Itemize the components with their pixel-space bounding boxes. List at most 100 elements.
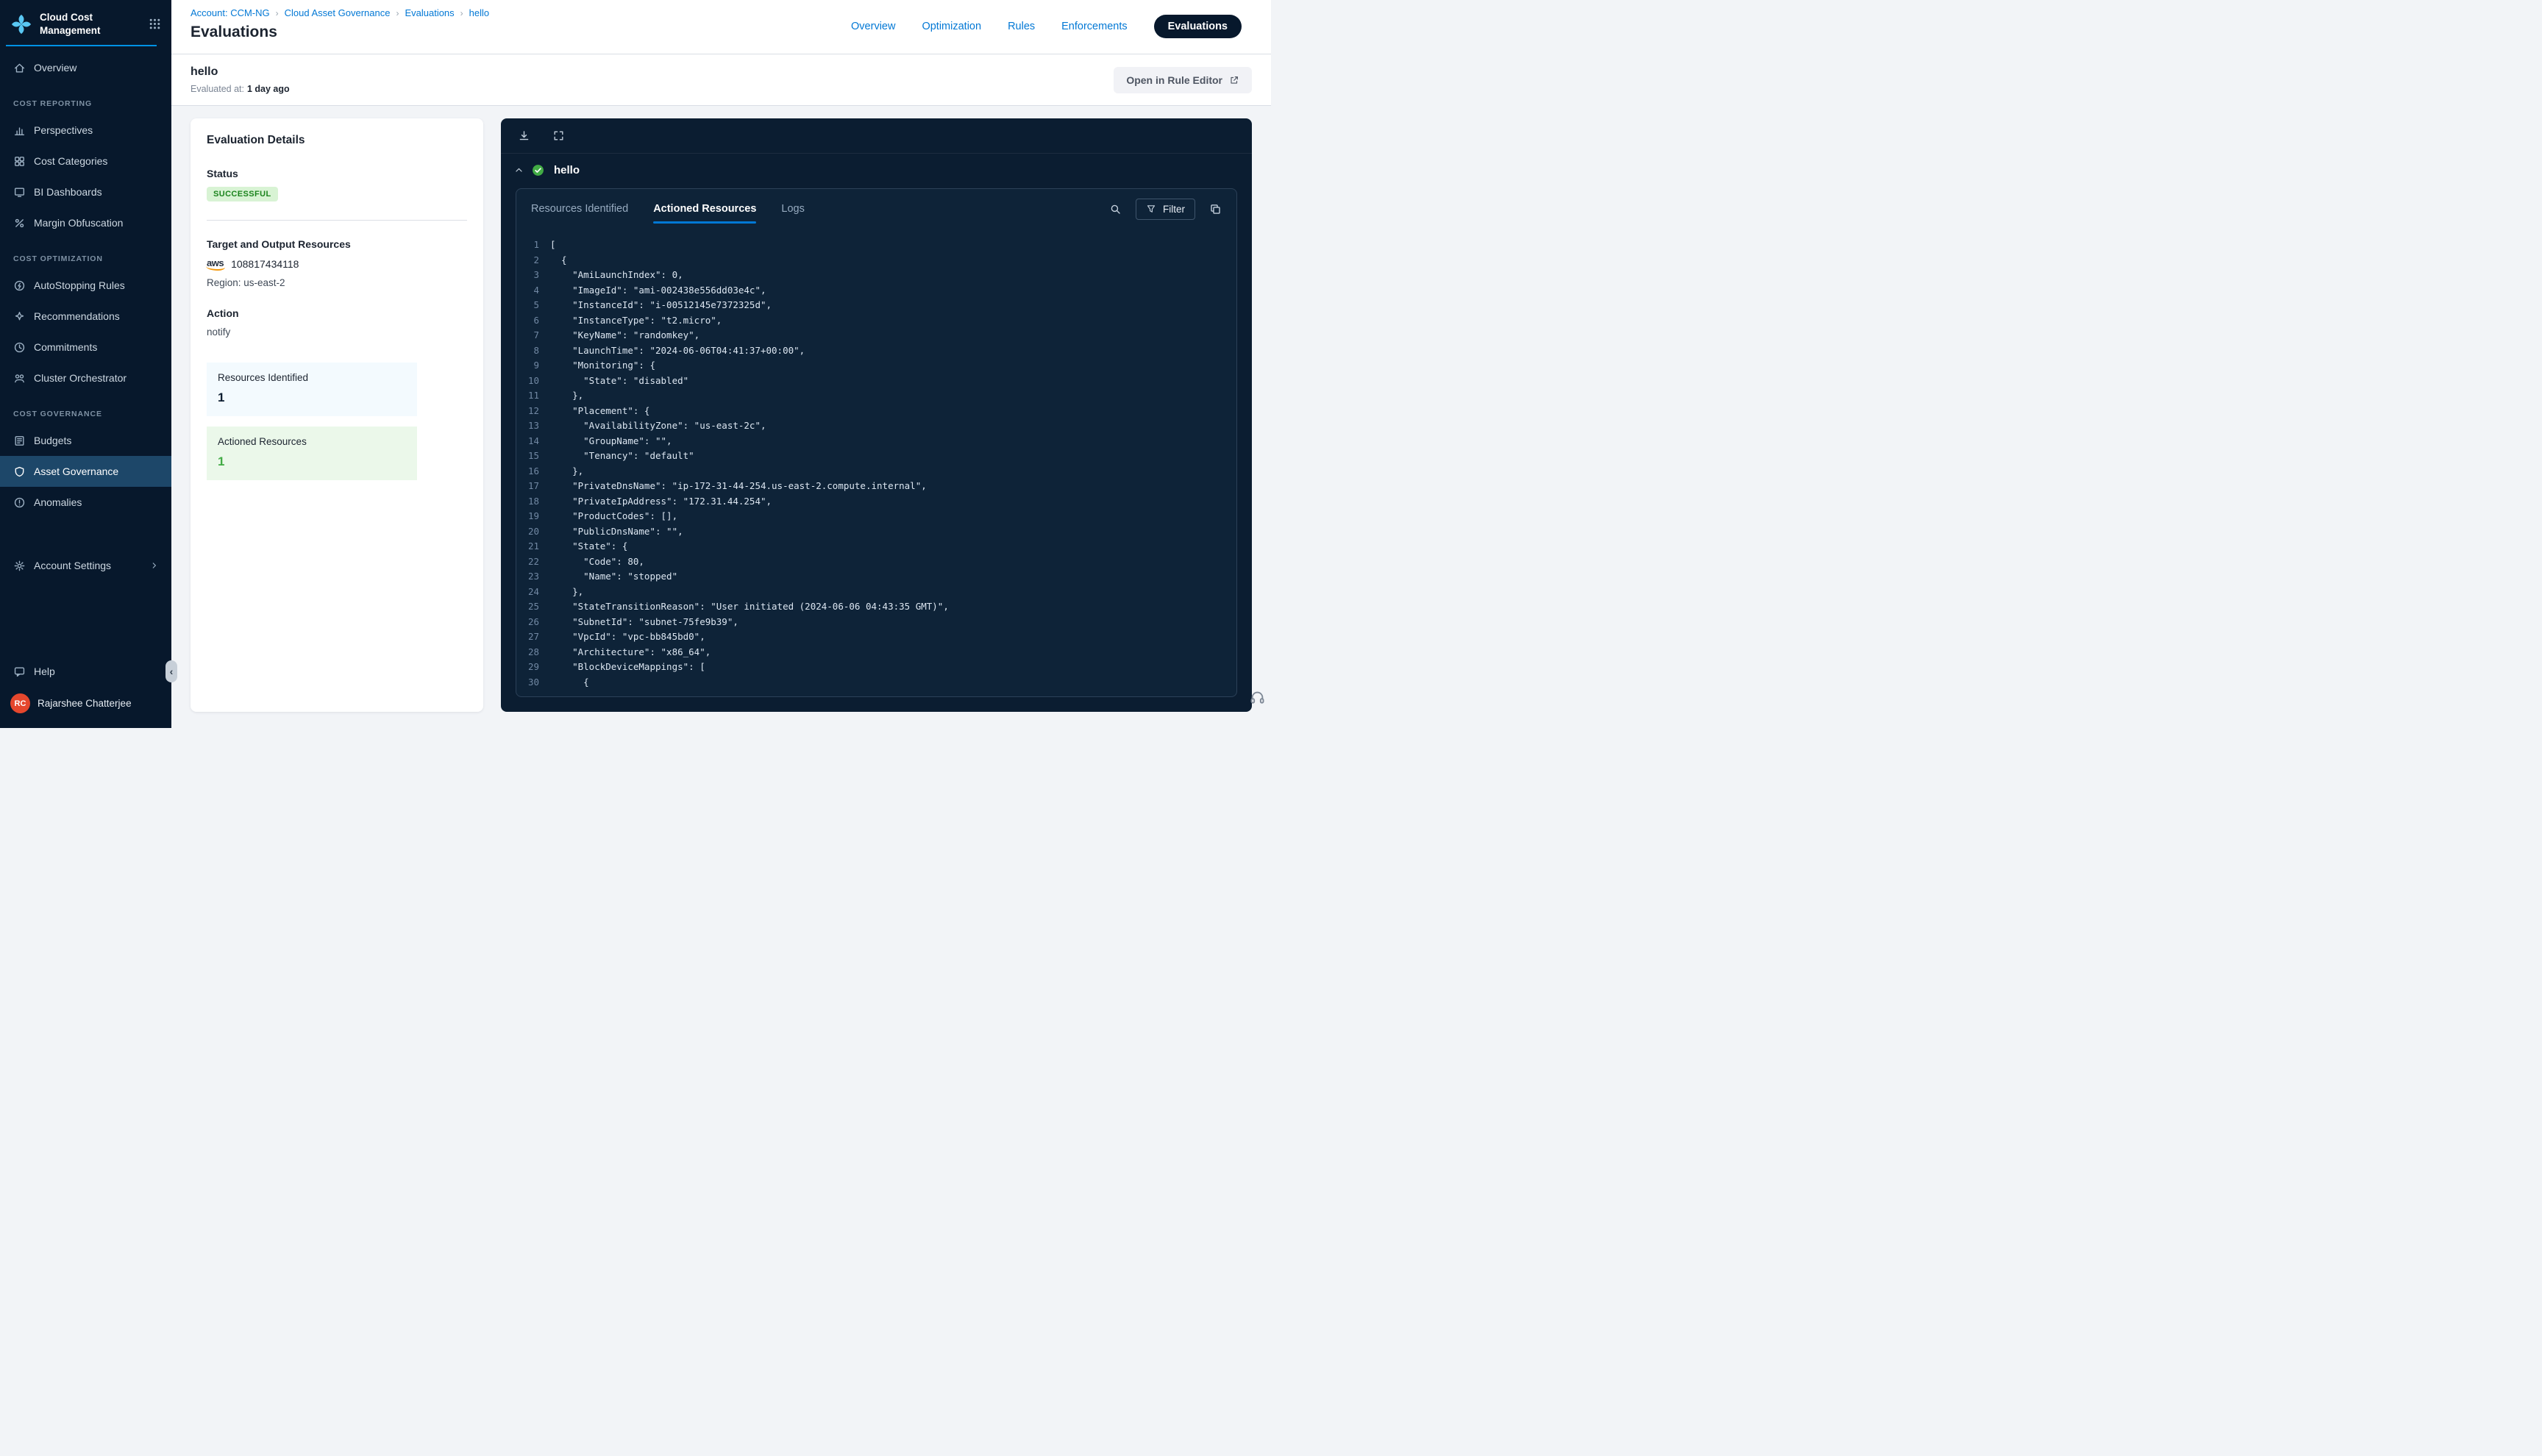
line-content: "GroupName": "",: [550, 434, 672, 449]
code-line: 6 "InstanceType": "t2.micro",: [516, 313, 1236, 329]
stat-label: Actioned Resources: [218, 436, 406, 447]
top-nav-link-enforcements[interactable]: Enforcements: [1061, 21, 1127, 32]
help-button[interactable]: Help: [0, 657, 171, 686]
breadcrumb-separator: ›: [276, 8, 279, 18]
sidebar-item-recommendations[interactable]: Recommendations: [0, 301, 171, 332]
line-content: "StateTransitionReason": "User initiated…: [550, 599, 949, 615]
sidebar-item-account-settings[interactable]: Account Settings: [0, 550, 171, 581]
code-line: 10 "State": "disabled": [516, 374, 1236, 389]
tab-resources-identified[interactable]: Resources Identified: [531, 189, 628, 229]
line-content: "ProductCodes": [],: [550, 509, 677, 524]
stat-value: 1: [218, 390, 406, 405]
line-content: "Architecture": "x86_64",: [550, 645, 711, 660]
collapse-chevron-icon[interactable]: [513, 165, 524, 176]
line-content: "PublicDnsName": "",: [550, 524, 683, 540]
success-check-icon: [532, 164, 544, 176]
line-content: "PrivateDnsName": "ip-172-31-44-254.us-e…: [550, 479, 927, 494]
sidebar-item-label: Account Settings: [34, 560, 111, 571]
sidebar-nav: OverviewCOST REPORTINGPerspectivesCost C…: [0, 46, 171, 518]
sidebar-item-cost-categories[interactable]: Cost Categories: [0, 146, 171, 176]
code-line: 25 "StateTransitionReason": "User initia…: [516, 599, 1236, 615]
target-resources-label: Target and Output Resources: [207, 238, 467, 250]
breadcrumb-item-evaluations[interactable]: Evaluations: [405, 7, 454, 18]
sidebar: Cloud Cost Management OverviewCOST REPOR…: [0, 0, 171, 728]
region-text: Region: us-east-2: [207, 277, 467, 288]
code-line: 4 "ImageId": "ami-002438e556dd03e4c",: [516, 283, 1236, 299]
tab-logs[interactable]: Logs: [781, 189, 804, 229]
module-grid-icon[interactable]: [149, 18, 161, 30]
line-content: {: [550, 675, 589, 690]
filter-label: Filter: [1163, 204, 1185, 215]
open-in-rule-editor-label: Open in Rule Editor: [1126, 74, 1222, 86]
content-area: Evaluation Details Status SUCCESSFUL Tar…: [171, 106, 1271, 728]
code-line: 19 "ProductCodes": [],: [516, 509, 1236, 524]
stat-value: 1: [218, 454, 406, 469]
search-icon[interactable]: [1109, 203, 1122, 215]
sidebar-item-budgets[interactable]: Budgets: [0, 425, 171, 456]
download-icon[interactable]: [518, 129, 530, 142]
line-content: "KeyName": "randomkey",: [550, 328, 699, 343]
code-line: 22 "Code": 80,: [516, 554, 1236, 570]
line-number: 13: [516, 418, 550, 434]
sidebar-item-overview[interactable]: Overview: [0, 52, 171, 83]
line-number: 9: [516, 358, 550, 374]
open-in-rule-editor-button[interactable]: Open in Rule Editor: [1114, 67, 1252, 93]
sidebar-item-autostopping-rules[interactable]: AutoStopping Rules: [0, 270, 171, 301]
code-line: 20 "PublicDnsName": "",: [516, 524, 1236, 540]
code-line: 28 "Architecture": "x86_64",: [516, 645, 1236, 660]
fullscreen-icon[interactable]: [552, 129, 565, 142]
stat-label: Resources Identified: [218, 372, 406, 383]
top-nav-link-rules[interactable]: Rules: [1008, 21, 1035, 32]
viewer-tabs: Resources Identified Actioned Resources Lo…: [531, 189, 805, 229]
top-nav-link-optimization[interactable]: Optimization: [922, 21, 981, 32]
status-label: Status: [207, 168, 467, 179]
gear-icon: [13, 560, 26, 572]
evaluation-subheader-left: hello Evaluated at:1 day ago: [191, 65, 290, 94]
evaluated-at-value: 1 day ago: [247, 84, 290, 94]
home-icon: [13, 62, 26, 74]
tab-actioned-resources[interactable]: Actioned Resources: [653, 189, 756, 229]
action-value: notify: [207, 326, 467, 338]
line-number: 27: [516, 629, 550, 645]
line-content: "State": {: [550, 539, 627, 554]
sidebar-collapse-handle[interactable]: ‹: [165, 660, 177, 682]
top-nav-link-overview[interactable]: Overview: [851, 21, 895, 32]
user-profile[interactable]: RC Rajarshee Chatterjee: [0, 686, 171, 719]
line-number: 21: [516, 539, 550, 554]
line-content: },: [550, 388, 583, 404]
filter-button[interactable]: Filter: [1136, 199, 1195, 220]
line-number: 11: [516, 388, 550, 404]
sidebar-section-heading: COST GOVERNANCE: [0, 393, 171, 425]
breadcrumb-item-account-ccm-ng[interactable]: Account: CCM-NG: [191, 7, 270, 18]
line-number: 22: [516, 554, 550, 570]
viewer-title: hello: [554, 164, 580, 176]
evaluated-at: Evaluated at:1 day ago: [191, 84, 290, 94]
sidebar-item-commitments[interactable]: Commitments: [0, 332, 171, 363]
copy-icon[interactable]: [1209, 203, 1222, 215]
line-number: 26: [516, 615, 550, 630]
line-number: 29: [516, 660, 550, 675]
sidebar-item-label: Asset Governance: [34, 465, 118, 477]
sidebar-item-cluster-orchestrator[interactable]: Cluster Orchestrator: [0, 363, 171, 393]
sidebar-item-margin-obfuscation[interactable]: Margin Obfuscation: [0, 207, 171, 238]
categories-icon: [13, 155, 26, 168]
support-headset-icon[interactable]: [1249, 689, 1266, 706]
top-nav-active-evaluations[interactable]: Evaluations: [1154, 15, 1242, 38]
breadcrumb-item-hello[interactable]: hello: [469, 7, 489, 18]
anomaly-icon: [13, 496, 26, 509]
code-viewer[interactable]: 1[2 {3 "AmiLaunchIndex": 0,4 "ImageId": …: [516, 229, 1236, 696]
line-content: [: [550, 238, 556, 253]
line-number: 12: [516, 404, 550, 419]
breadcrumb-item-cloud-asset-governance[interactable]: Cloud Asset Governance: [285, 7, 391, 18]
sidebar-item-perspectives[interactable]: Perspectives: [0, 115, 171, 146]
code-line: 13 "AvailabilityZone": "us-east-2c",: [516, 418, 1236, 434]
sidebar-item-anomalies[interactable]: Anomalies: [0, 487, 171, 518]
line-number: 3: [516, 268, 550, 283]
code-line: 23 "Name": "stopped": [516, 569, 1236, 585]
line-content: "SubnetId": "subnet-75fe9b39",: [550, 615, 738, 630]
sidebar-item-bi-dashboards[interactable]: BI Dashboards: [0, 176, 171, 207]
sidebar-item-asset-governance[interactable]: Asset Governance: [0, 456, 171, 487]
line-number: 25: [516, 599, 550, 615]
evaluation-name: hello: [191, 65, 290, 79]
account-row: aws 108817434118: [207, 257, 467, 271]
